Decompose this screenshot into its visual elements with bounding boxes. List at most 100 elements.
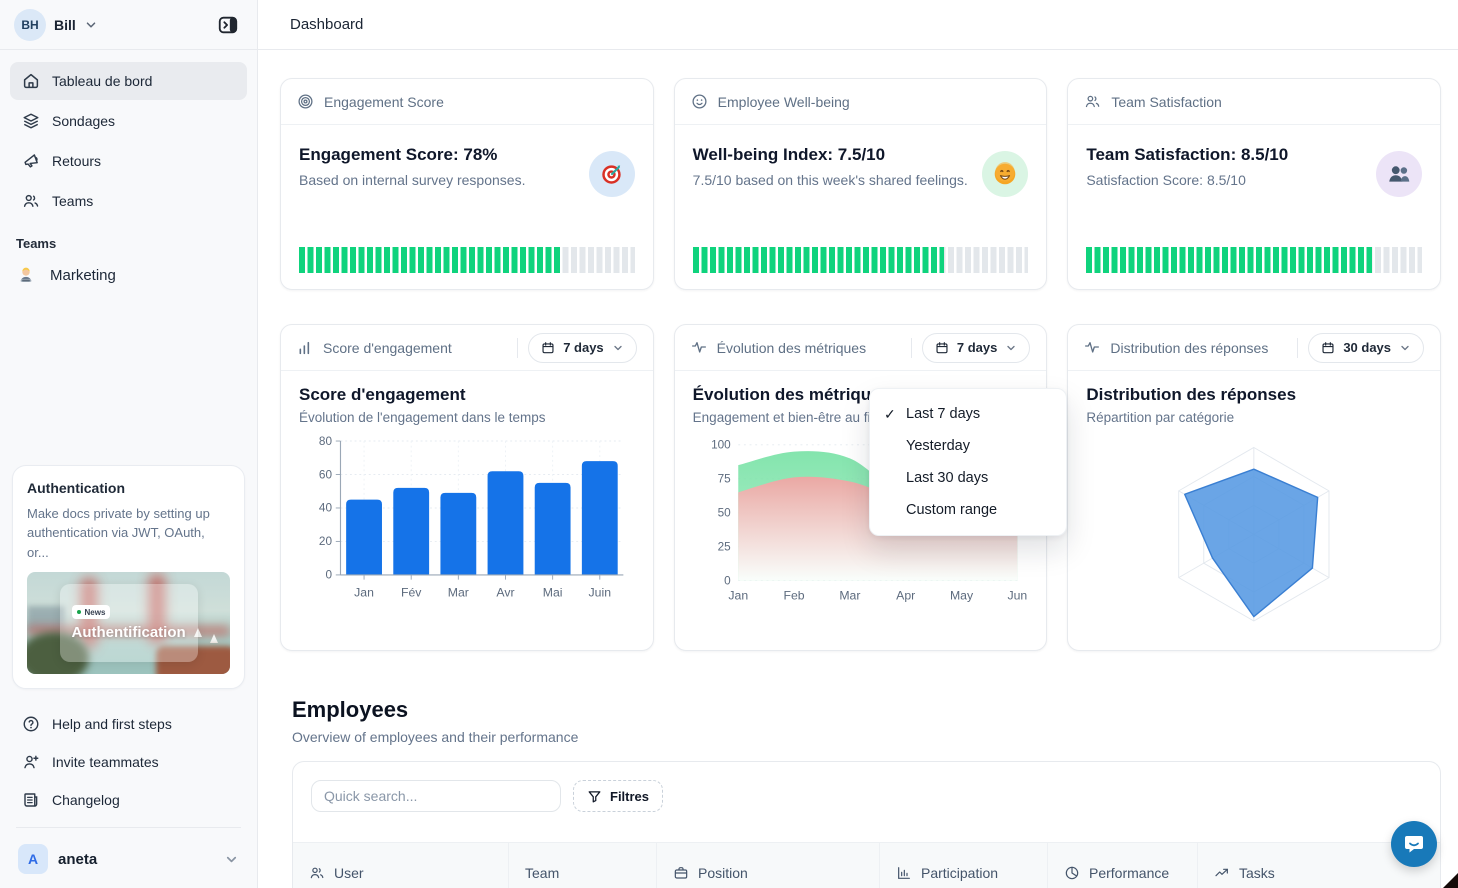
target-emoji-badge bbox=[589, 151, 635, 197]
svg-text:Mar: Mar bbox=[839, 588, 860, 602]
menu-item-label: Last 7 days bbox=[906, 406, 980, 422]
date-range-button[interactable]: 30 days bbox=[1308, 333, 1424, 363]
card-header: Team Satisfaction bbox=[1068, 79, 1440, 125]
workspace-user-name[interactable]: Bill bbox=[54, 17, 76, 33]
sidebar-item-tableau-de-bord[interactable]: Tableau de bord bbox=[10, 62, 247, 100]
column-header-participation[interactable]: Participation bbox=[880, 843, 1048, 888]
technologist-emoji-icon bbox=[16, 265, 36, 285]
stat-title: Team Satisfaction: 8.5/10 bbox=[1086, 145, 1422, 165]
svg-text:Mai: Mai bbox=[543, 586, 563, 600]
newspaper-icon bbox=[22, 791, 40, 809]
smiley-emoji-badge bbox=[982, 151, 1028, 197]
news-badge: News bbox=[72, 605, 111, 619]
card-body: Distribution des réponses Répartition pa… bbox=[1068, 371, 1440, 650]
stat-description: Satisfaction Score: 8.5/10 bbox=[1086, 172, 1422, 188]
avatar[interactable]: BH bbox=[14, 9, 46, 41]
svg-text:Apr: Apr bbox=[896, 588, 915, 602]
sidebar-item-label: Retours bbox=[52, 153, 101, 169]
target-icon bbox=[297, 93, 314, 110]
menu-item-last-7-days[interactable]: ✓ Last 7 days bbox=[870, 398, 1066, 430]
column-header-position[interactable]: Position bbox=[657, 843, 880, 888]
date-range-label: 30 days bbox=[1343, 340, 1391, 355]
divider bbox=[517, 338, 518, 358]
sidebar-header: BH Bill bbox=[0, 0, 257, 50]
column-label: Tasks bbox=[1239, 865, 1275, 881]
sidebar-item-sondages[interactable]: Sondages bbox=[10, 102, 247, 140]
distribution-card: Distribution des réponses 30 days Distri… bbox=[1067, 324, 1441, 651]
chart-title: Score d'engagement bbox=[299, 385, 635, 405]
card-header: Distribution des réponses 30 days bbox=[1068, 325, 1440, 371]
svg-text:Feb: Feb bbox=[783, 588, 804, 602]
sidebar-item-invite[interactable]: Invite teammates bbox=[10, 743, 247, 781]
column-header-performance[interactable]: Performance bbox=[1048, 843, 1198, 888]
svg-text:May: May bbox=[950, 588, 974, 602]
column-label: Team bbox=[525, 865, 559, 881]
filters-button[interactable]: Filtres bbox=[573, 780, 663, 812]
card-body: Score d'engagement Évolution de l'engage… bbox=[281, 371, 653, 650]
menu-item-custom-range[interactable]: Custom range bbox=[870, 494, 1066, 526]
date-range-button[interactable]: 7 days bbox=[528, 333, 636, 363]
content: Engagement Score Engagement Score: 78% B… bbox=[258, 50, 1458, 888]
sidebar-item-label: Sondages bbox=[52, 113, 115, 129]
auth-card-description: Make docs private by setting up authenti… bbox=[27, 504, 230, 563]
progress-bar bbox=[1086, 247, 1422, 273]
collapse-sidebar-button[interactable] bbox=[213, 10, 243, 40]
stat-title: Well-being Index: 7.5/10 bbox=[693, 145, 1029, 165]
date-range-dropdown-menu: ✓ Last 7 days Yesterday Last 30 days Cus… bbox=[869, 388, 1067, 536]
column-header-team[interactable]: Team bbox=[509, 843, 657, 888]
menu-item-yesterday[interactable]: Yesterday bbox=[870, 430, 1066, 462]
app-root: BH Bill Tableau de bord Sondages Retours bbox=[0, 0, 1458, 888]
smiling-face-emoji-icon bbox=[992, 161, 1018, 187]
card-header: Employee Well-being bbox=[675, 79, 1047, 125]
menu-item-label: Custom range bbox=[906, 502, 997, 518]
calendar-icon bbox=[1321, 341, 1335, 355]
svg-text:75: 75 bbox=[717, 473, 731, 486]
sidebar-item-changelog[interactable]: Changelog bbox=[10, 781, 247, 819]
svg-text:100: 100 bbox=[711, 439, 731, 452]
activity-icon bbox=[1084, 340, 1100, 356]
chat-launcher-button[interactable] bbox=[1391, 821, 1437, 867]
date-range-label: 7 days bbox=[957, 340, 997, 355]
sidebar-item-retours[interactable]: Retours bbox=[10, 142, 247, 180]
sailboat-shape bbox=[210, 634, 218, 643]
chevron-down-icon bbox=[224, 852, 239, 867]
date-range-button[interactable]: 7 days bbox=[922, 333, 1030, 363]
card-header-label: Engagement Score bbox=[324, 94, 444, 110]
chart-title: Distribution des réponses bbox=[1086, 385, 1422, 405]
svg-text:Fév: Fév bbox=[401, 586, 422, 600]
svg-text:40: 40 bbox=[319, 502, 333, 515]
auth-card-title: Authentication bbox=[27, 480, 230, 496]
employees-subtitle: Overview of employees and their performa… bbox=[292, 729, 1441, 745]
chart-subtitle: Évolution de l'engagement dans le temps bbox=[299, 410, 635, 425]
org-switcher[interactable]: A aneta bbox=[10, 836, 247, 888]
engagement-score-card: Engagement Score Engagement Score: 78% B… bbox=[280, 78, 654, 290]
menu-item-last-30-days[interactable]: Last 30 days bbox=[870, 462, 1066, 494]
column-label: Position bbox=[698, 865, 748, 881]
briefcase-icon bbox=[673, 865, 689, 881]
sidebar-item-teams[interactable]: Teams bbox=[10, 182, 247, 220]
responses-radar-chart bbox=[1086, 431, 1422, 645]
progress-fill bbox=[693, 247, 945, 273]
divider bbox=[911, 338, 912, 358]
chart-cards-row: Score d'engagement 7 days Score d'engage… bbox=[280, 324, 1441, 651]
card-header-label: Évolution des métriques bbox=[717, 340, 866, 356]
users-icon bbox=[22, 192, 40, 210]
svg-text:Mar: Mar bbox=[448, 586, 469, 600]
bar-chart-icon bbox=[896, 865, 912, 881]
menu-item-label: Yesterday bbox=[906, 438, 970, 454]
svg-text:Jan: Jan bbox=[354, 586, 374, 600]
cursor-artifact bbox=[1443, 873, 1458, 888]
svg-text:80: 80 bbox=[319, 435, 333, 448]
employees-title: Employees bbox=[292, 697, 1441, 723]
card-header: Évolution des métriques 7 days bbox=[675, 325, 1047, 371]
menu-item-label: Last 30 days bbox=[906, 470, 988, 486]
authentication-promo-card[interactable]: Authentication Make docs private by sett… bbox=[12, 465, 245, 690]
card-header-label: Distribution des réponses bbox=[1110, 340, 1268, 356]
sidebar-item-help[interactable]: Help and first steps bbox=[10, 705, 247, 743]
table-header-row: User Team Position Participation bbox=[293, 842, 1440, 888]
column-header-user[interactable]: User bbox=[293, 843, 509, 888]
pie-chart-icon bbox=[1064, 865, 1080, 881]
search-input[interactable] bbox=[311, 780, 561, 812]
sidebar-item-marketing[interactable]: Marketing bbox=[0, 257, 257, 293]
auth-image-title: Authentification bbox=[72, 624, 198, 641]
